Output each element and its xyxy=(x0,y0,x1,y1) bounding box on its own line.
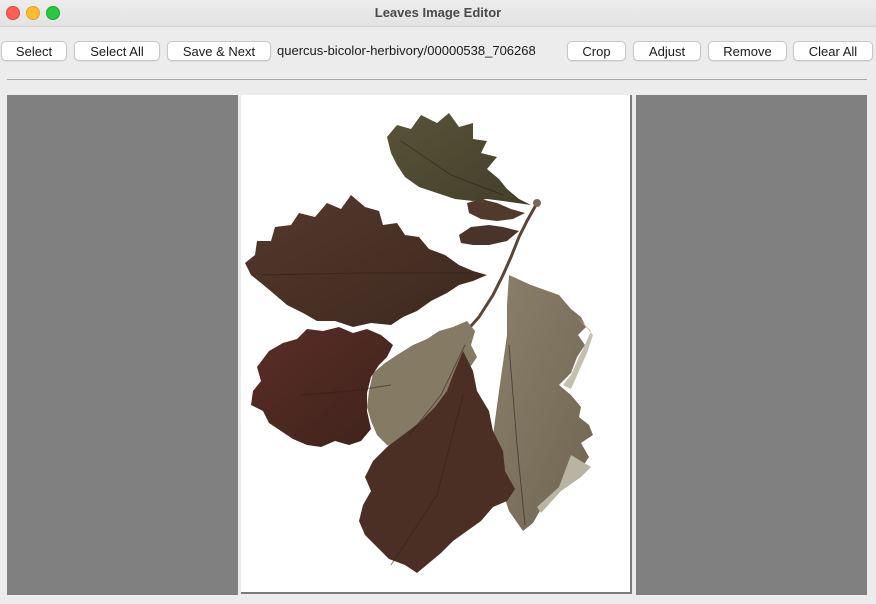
app-window: Leaves Image Editor Select Select All Sa… xyxy=(0,0,876,604)
toolbar: Select Select All Save & Next quercus-bi… xyxy=(0,26,876,76)
right-side-panel xyxy=(636,95,867,595)
toolbar-separator xyxy=(7,79,867,80)
leaf-olive-top xyxy=(387,113,531,205)
clear-all-button[interactable]: Clear All xyxy=(793,41,873,61)
select-button[interactable]: Select xyxy=(1,41,67,61)
title-bar: Leaves Image Editor xyxy=(0,0,876,27)
select-all-button[interactable]: Select All xyxy=(74,41,160,61)
crop-button[interactable]: Crop xyxy=(567,41,626,61)
image-canvas[interactable] xyxy=(241,95,632,594)
adjust-button[interactable]: Adjust xyxy=(633,41,701,61)
left-side-panel xyxy=(7,95,238,595)
stem-node xyxy=(533,199,541,207)
leaflet-small-2 xyxy=(459,225,519,245)
leaf-specimen-image xyxy=(245,113,593,573)
save-next-button[interactable]: Save & Next xyxy=(167,41,271,61)
image-path-label: quercus-bicolor-herbivory/00000538_70626… xyxy=(277,43,536,58)
leaf-dark-left xyxy=(245,195,487,327)
window-title: Leaves Image Editor xyxy=(374,5,502,20)
remove-button[interactable]: Remove xyxy=(708,41,787,61)
